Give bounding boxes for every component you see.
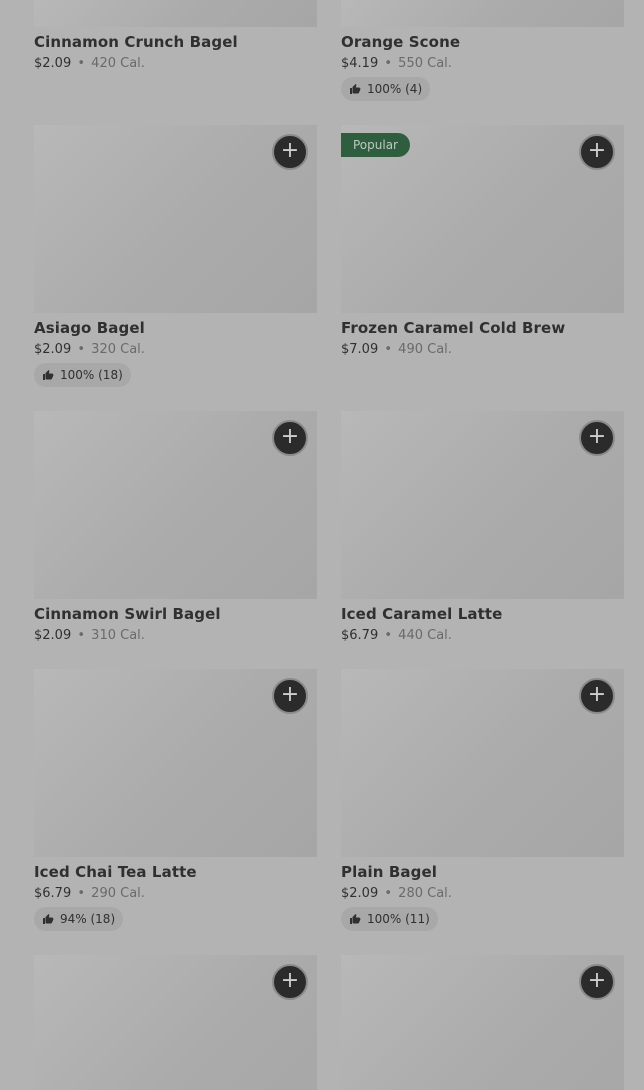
rating-text: 100% (11) <box>367 912 430 926</box>
menu-item-meta: $4.19 • 550 Cal. <box>341 56 624 71</box>
menu-item-name[interactable]: Frozen Caramel Cold Brew <box>341 319 624 337</box>
menu-item-card[interactable]: Popular + Frozen Caramel Cold Brew $7.09… <box>341 125 624 357</box>
menu-item-price: $2.09 <box>341 886 379 901</box>
add-to-cart-button[interactable]: + <box>579 134 615 170</box>
meta-separator: • <box>77 886 86 901</box>
menu-item-calories: 320 Cal. <box>91 342 145 357</box>
meta-separator: • <box>384 56 393 71</box>
menu-item-calories: 310 Cal. <box>91 628 145 643</box>
add-to-cart-button[interactable]: + <box>272 420 308 456</box>
menu-item-card[interactable]: Cinnamon Crunch Bagel $2.09 • 420 Cal. <box>34 0 317 71</box>
add-to-cart-button[interactable]: + <box>272 134 308 170</box>
meta-separator: • <box>384 886 393 901</box>
rating-pill: 100% (18) <box>34 363 131 387</box>
menu-item-price: $6.79 <box>341 628 379 643</box>
rating-text: 94% (18) <box>60 912 116 926</box>
menu-item-name[interactable]: Iced Caramel Latte <box>341 605 624 623</box>
menu-item-image[interactable]: + <box>341 411 624 599</box>
menu-item-calories: 280 Cal. <box>398 886 452 901</box>
menu-item-price: $2.09 <box>34 628 72 643</box>
meta-separator: • <box>77 628 86 643</box>
menu-item-price: $7.09 <box>341 342 379 357</box>
plus-icon: + <box>587 968 607 993</box>
menu-item-meta: $2.09 • 420 Cal. <box>34 56 317 71</box>
menu-item-meta: $2.09 • 310 Cal. <box>34 628 317 643</box>
menu-item-card[interactable]: + <box>341 955 624 1090</box>
menu-item-name[interactable]: Asiago Bagel <box>34 319 317 337</box>
rating-pill: 100% (4) <box>341 77 431 101</box>
rating-pill: 94% (18) <box>34 907 124 931</box>
menu-item-calories: 490 Cal. <box>398 342 452 357</box>
plus-icon: + <box>587 138 607 163</box>
meta-separator: • <box>77 56 86 71</box>
menu-item-price: $2.09 <box>34 56 72 71</box>
menu-item-name[interactable]: Cinnamon Crunch Bagel <box>34 33 317 51</box>
menu-item-calories: 440 Cal. <box>398 628 452 643</box>
thumbs-up-icon <box>43 914 54 924</box>
plus-icon: + <box>587 424 607 449</box>
add-to-cart-button[interactable]: + <box>272 678 308 714</box>
add-to-cart-button[interactable]: + <box>579 420 615 456</box>
menu-item-card[interactable]: + <box>34 955 317 1090</box>
menu-item-card[interactable]: + Plain Bagel $2.09 • 280 Cal. 100% (11) <box>341 669 624 931</box>
menu-item-calories: 550 Cal. <box>398 56 452 71</box>
thumbs-up-icon <box>43 370 54 380</box>
plus-icon: + <box>280 682 300 707</box>
thumbs-up-icon <box>350 84 361 94</box>
plus-icon: + <box>280 968 300 993</box>
menu-item-card[interactable]: + Iced Caramel Latte $6.79 • 440 Cal. <box>341 411 624 643</box>
thumbs-up-icon <box>350 914 361 924</box>
rating-text: 100% (4) <box>367 82 423 96</box>
add-to-cart-button[interactable]: + <box>272 964 308 1000</box>
menu-item-calories: 420 Cal. <box>91 56 145 71</box>
menu-item-name[interactable]: Orange Scone <box>341 33 624 51</box>
menu-item-image[interactable]: + <box>341 669 624 857</box>
meta-separator: • <box>384 342 393 357</box>
menu-item-image[interactable] <box>341 0 624 27</box>
menu-item-price: $2.09 <box>34 342 72 357</box>
menu-item-name[interactable]: Iced Chai Tea Latte <box>34 863 317 881</box>
menu-item-image[interactable]: + <box>34 669 317 857</box>
menu-item-price: $6.79 <box>34 886 72 901</box>
menu-item-name[interactable]: Plain Bagel <box>341 863 624 881</box>
add-to-cart-button[interactable]: + <box>579 964 615 1000</box>
menu-item-image[interactable]: Popular + <box>341 125 624 313</box>
popular-badge: Popular <box>341 133 410 157</box>
menu-item-image[interactable]: + <box>34 411 317 599</box>
menu-item-meta: $2.09 • 280 Cal. <box>341 886 624 901</box>
menu-item-card[interactable]: + Iced Chai Tea Latte $6.79 • 290 Cal. 9… <box>34 669 317 931</box>
menu-grid: Cinnamon Crunch Bagel $2.09 • 420 Cal. O… <box>0 0 644 1090</box>
menu-item-card[interactable]: + Asiago Bagel $2.09 • 320 Cal. 100% (18… <box>34 125 317 387</box>
menu-item-image[interactable] <box>34 0 317 27</box>
plus-icon: + <box>280 138 300 163</box>
rating-text: 100% (18) <box>60 368 123 382</box>
meta-separator: • <box>384 628 393 643</box>
menu-item-name[interactable]: Cinnamon Swirl Bagel <box>34 605 317 623</box>
menu-item-card[interactable]: Orange Scone $4.19 • 550 Cal. 100% (4) <box>341 0 624 101</box>
menu-item-image[interactable]: + <box>34 955 317 1090</box>
menu-item-image[interactable]: + <box>341 955 624 1090</box>
plus-icon: + <box>280 424 300 449</box>
menu-item-meta: $7.09 • 490 Cal. <box>341 342 624 357</box>
menu-item-meta: $6.79 • 290 Cal. <box>34 886 317 901</box>
meta-separator: • <box>77 342 86 357</box>
add-to-cart-button[interactable]: + <box>579 678 615 714</box>
menu-item-card[interactable]: + Cinnamon Swirl Bagel $2.09 • 310 Cal. <box>34 411 317 643</box>
menu-item-price: $4.19 <box>341 56 379 71</box>
rating-pill: 100% (11) <box>341 907 438 931</box>
menu-item-calories: 290 Cal. <box>91 886 145 901</box>
plus-icon: + <box>587 682 607 707</box>
menu-item-meta: $6.79 • 440 Cal. <box>341 628 624 643</box>
menu-item-image[interactable]: + <box>34 125 317 313</box>
menu-item-meta: $2.09 • 320 Cal. <box>34 342 317 357</box>
